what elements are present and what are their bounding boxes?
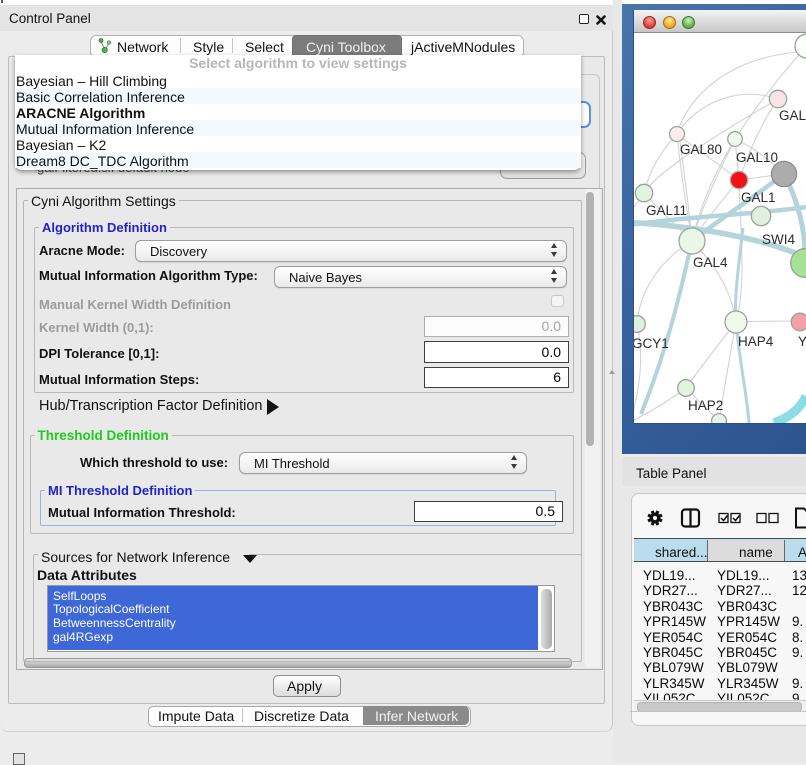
- svg-text:GAL11: GAL11: [646, 203, 687, 218]
- svg-text:Y: Y: [798, 334, 806, 349]
- svg-text:GCY1: GCY1: [634, 336, 669, 351]
- svg-text:GAL1: GAL1: [741, 190, 776, 205]
- svg-text:GAL10: GAL10: [736, 150, 778, 165]
- svg-text:HAP2: HAP2: [688, 398, 723, 413]
- svg-text:SWI4: SWI4: [762, 232, 795, 247]
- svg-text:HAP4: HAP4: [738, 334, 774, 349]
- svg-text:GAL80: GAL80: [680, 142, 722, 157]
- svg-text:GAL80: GAL80: [779, 108, 806, 123]
- svg-text:GAL4: GAL4: [693, 255, 728, 270]
